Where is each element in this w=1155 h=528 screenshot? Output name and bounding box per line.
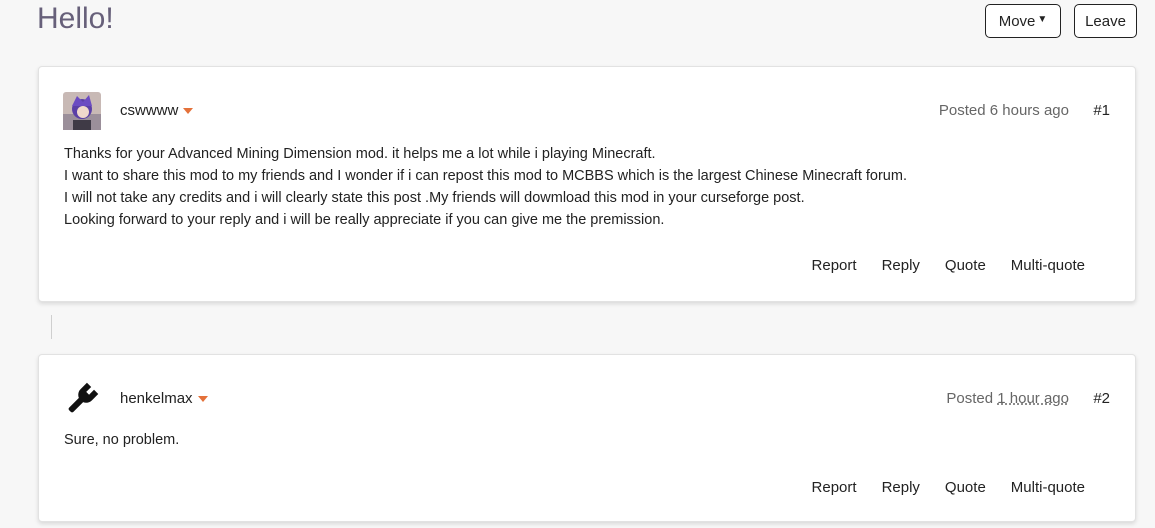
chevron-down-icon[interactable] bbox=[197, 395, 208, 402]
report-button[interactable]: Report bbox=[812, 479, 857, 496]
multi-quote-button[interactable]: Multi-quote bbox=[1011, 479, 1085, 496]
posted-prefix: Posted bbox=[946, 390, 994, 407]
quote-button[interactable]: Quote bbox=[945, 479, 986, 496]
post-1: cswwww Posted 6 hours ago #1 Thanks for … bbox=[38, 66, 1136, 302]
chevron-down-icon[interactable] bbox=[183, 107, 194, 114]
post-line: I will not take any credits and i will c… bbox=[64, 190, 805, 206]
post-actions: Report Reply Quote Multi-quote bbox=[812, 479, 1085, 496]
username-label: cswwww bbox=[120, 102, 179, 119]
post-number[interactable]: #1 bbox=[1093, 102, 1110, 119]
post-line: Thanks for your Advanced Mining Dimensio… bbox=[64, 146, 656, 162]
username-link[interactable]: cswwww bbox=[120, 102, 194, 119]
thread-divider bbox=[51, 315, 52, 339]
posted-timestamp: Posted 6 hours ago bbox=[939, 102, 1069, 119]
move-button-label: Move bbox=[998, 12, 1036, 30]
user-avatar[interactable] bbox=[63, 92, 101, 130]
posted-timestamp: Posted 1 hour ago bbox=[946, 390, 1069, 407]
post-actions: Report Reply Quote Multi-quote bbox=[812, 257, 1085, 274]
multi-quote-button[interactable]: Multi-quote bbox=[1011, 257, 1085, 274]
username-link[interactable]: henkelmax bbox=[120, 390, 208, 407]
post-line: I want to share this mod to my friends a… bbox=[64, 168, 907, 184]
username-label: henkelmax bbox=[120, 390, 193, 407]
leave-button-label: Leave bbox=[1085, 12, 1126, 30]
post-line: Looking forward to your reply and i will… bbox=[64, 212, 665, 228]
page-title: Hello! bbox=[37, 2, 114, 35]
reply-button[interactable]: Reply bbox=[882, 257, 920, 274]
quote-button[interactable]: Quote bbox=[945, 257, 986, 274]
post-body: Thanks for your Advanced Mining Dimensio… bbox=[64, 143, 907, 231]
posted-prefix: Posted bbox=[938, 102, 986, 119]
leave-button[interactable]: Leave bbox=[1074, 4, 1137, 38]
reply-button[interactable]: Reply bbox=[882, 479, 920, 496]
post-body: Sure, no problem. bbox=[64, 429, 179, 451]
post-number[interactable]: #2 bbox=[1093, 390, 1110, 407]
report-button[interactable]: Report bbox=[812, 257, 857, 274]
caret-down-icon: ▼ bbox=[1037, 13, 1048, 25]
wrench-icon[interactable] bbox=[63, 380, 101, 418]
post-line: Sure, no problem. bbox=[64, 432, 180, 448]
move-button[interactable]: Move ▼ bbox=[985, 4, 1061, 38]
post-2: henkelmax Posted 1 hour ago #2 Sure, no … bbox=[38, 354, 1136, 522]
posted-time: 6 hours ago bbox=[989, 102, 1069, 119]
posted-time: 1 hour ago bbox=[997, 390, 1069, 407]
